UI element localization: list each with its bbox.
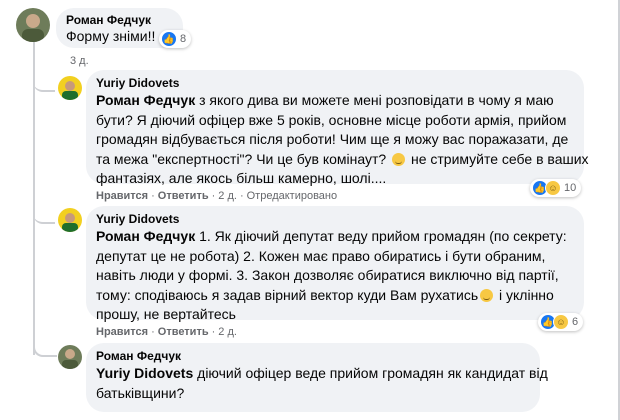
mention-link[interactable]: Роман Федчук <box>96 92 195 108</box>
reaction-count: 6 <box>572 316 579 328</box>
comment-text-segment: Форму зніми!! <box>66 28 156 44</box>
comment-author[interactable]: Роман Федчук <box>66 13 151 27</box>
comment-text-segment: діючий офіцер веде прийом громадян як ка… <box>193 365 548 381</box>
comment-line: фантазіях, але якось більш камерно, шолі… <box>96 169 589 189</box>
comment-line: батьківщини? <box>96 384 548 404</box>
comment-author[interactable]: Yuriy Didovets <box>96 212 179 226</box>
wink-emoji-icon <box>480 288 494 302</box>
comment-line: Роман Федчук 1. Як діючий депутат веду п… <box>96 227 567 247</box>
reaction-summary[interactable]: 👍 ☺ 6 <box>538 313 584 331</box>
comment-bubble: Yuriy Didovets Роман Федчук з якого дива… <box>86 70 589 186</box>
reply-action[interactable]: Ответить <box>158 190 209 202</box>
haha-emoji-icon <box>392 152 406 166</box>
avatar[interactable] <box>58 76 82 100</box>
comment-author[interactable]: Yuriy Didovets <box>96 76 179 90</box>
thread-connector <box>33 212 55 224</box>
comment-text-segment: тому: сподіваюсь я задав вірний вектор к… <box>96 286 479 303</box>
comment-text-segment: не стримуйте себе в ваших <box>407 150 589 167</box>
comment-bubble: Роман Федчук Yuriy Didovets діючий офіце… <box>86 343 548 412</box>
comment-line: навіть люди у формі. 3. Закон дозволяє о… <box>96 266 567 286</box>
comment-text-segment: фантазіях, але якось більш камерно, шолі… <box>96 170 387 186</box>
reaction-count: 10 <box>564 182 577 194</box>
comment-line: Роман Федчук з якого дива ви можете мені… <box>96 91 589 111</box>
thread-connector <box>33 345 57 357</box>
comment-text-segment: прошу, не вертайтесь <box>96 306 236 322</box>
comment-line: Форму зніми!! <box>66 27 155 47</box>
comment-bubble: Yuriy Didovets Роман Федчук 1. Як діючий… <box>86 206 584 322</box>
like-action[interactable]: Нравится <box>96 190 148 202</box>
comment-text-segment: батьківщини? <box>96 384 185 401</box>
comment-text-segment: бути? Я діючий офіцер вже 5 років, основ… <box>96 111 567 128</box>
avatar[interactable] <box>16 8 50 42</box>
comment-actions: Нравится · Ответить · 2 д. <box>96 326 237 338</box>
reply-action[interactable]: Ответить <box>158 326 209 338</box>
comment-actions: 3 д. <box>70 55 89 67</box>
comment-line: прошу, не вертайтесь <box>96 305 567 325</box>
comment-line: тому: сподіваюсь я задав вірний вектор к… <box>96 286 567 306</box>
comment-line: бути? Я діючий офіцер вже 5 років, основ… <box>96 111 589 131</box>
comment-line: громадян відбувається після роботи! Чим … <box>96 130 589 150</box>
haha-icon: ☺ <box>545 180 561 196</box>
reaction-summary[interactable]: 👍 ☺ 10 <box>530 179 582 197</box>
comment-actions: Нравится · Ответить · 2 д. · Отредактировано <box>96 190 338 202</box>
comment-text: Yuriy Didovets діючий офіцер веде прийом… <box>96 364 548 403</box>
reaction-summary[interactable]: 👍 8 <box>159 30 192 48</box>
comment-text-segment: та межа "експертності"? Чи це був коміна… <box>96 150 391 167</box>
mention-link[interactable]: Роман Федчук <box>96 228 195 244</box>
avatar[interactable] <box>58 345 82 369</box>
comment-text: Роман Федчук з якого дива ви можете мені… <box>96 91 589 189</box>
comment-text-segment: 1. Як діючий депутат веду прийом громадя… <box>195 228 567 244</box>
comment-line: депутат це не робота) 2. Кожен має право… <box>96 247 567 267</box>
thread-line <box>33 42 35 355</box>
comment-text-segment: депутат це не робота) 2. Кожен має право… <box>96 247 546 264</box>
avatar[interactable] <box>58 208 82 232</box>
comment-text: Роман Федчук 1. Як діючий депутат веду п… <box>96 227 567 325</box>
comment-text-segment: з якого дива ви можете мені розповідати … <box>195 92 554 108</box>
haha-icon: ☺ <box>553 314 569 330</box>
comment-author[interactable]: Роман Федчук <box>96 349 181 363</box>
like-action[interactable]: Нравится <box>96 326 148 338</box>
comment-text-segment: і уклінно <box>495 286 554 303</box>
comment-text-segment: навіть люди у формі. 3. Закон дозволяє о… <box>96 267 559 283</box>
thread-connector <box>33 80 55 92</box>
mention-link[interactable]: Yuriy Didovets <box>96 365 193 381</box>
comment-text: Форму зніми!! <box>66 27 155 47</box>
comment-text-segment: громадян відбувається після роботи! Чим … <box>96 131 569 147</box>
comment-time[interactable]: 3 д. <box>70 55 89 67</box>
comment-line: та межа "експертності"? Чи це був коміна… <box>96 150 589 170</box>
reaction-count: 8 <box>180 33 187 45</box>
comment-time[interactable]: 2 д. <box>218 326 237 338</box>
comment-time[interactable]: 2 д. <box>218 190 237 202</box>
like-icon: 👍 <box>161 31 177 47</box>
comment-line: Yuriy Didovets діючий офіцер веде прийом… <box>96 364 548 384</box>
edited-label: Отредактировано <box>246 190 338 202</box>
